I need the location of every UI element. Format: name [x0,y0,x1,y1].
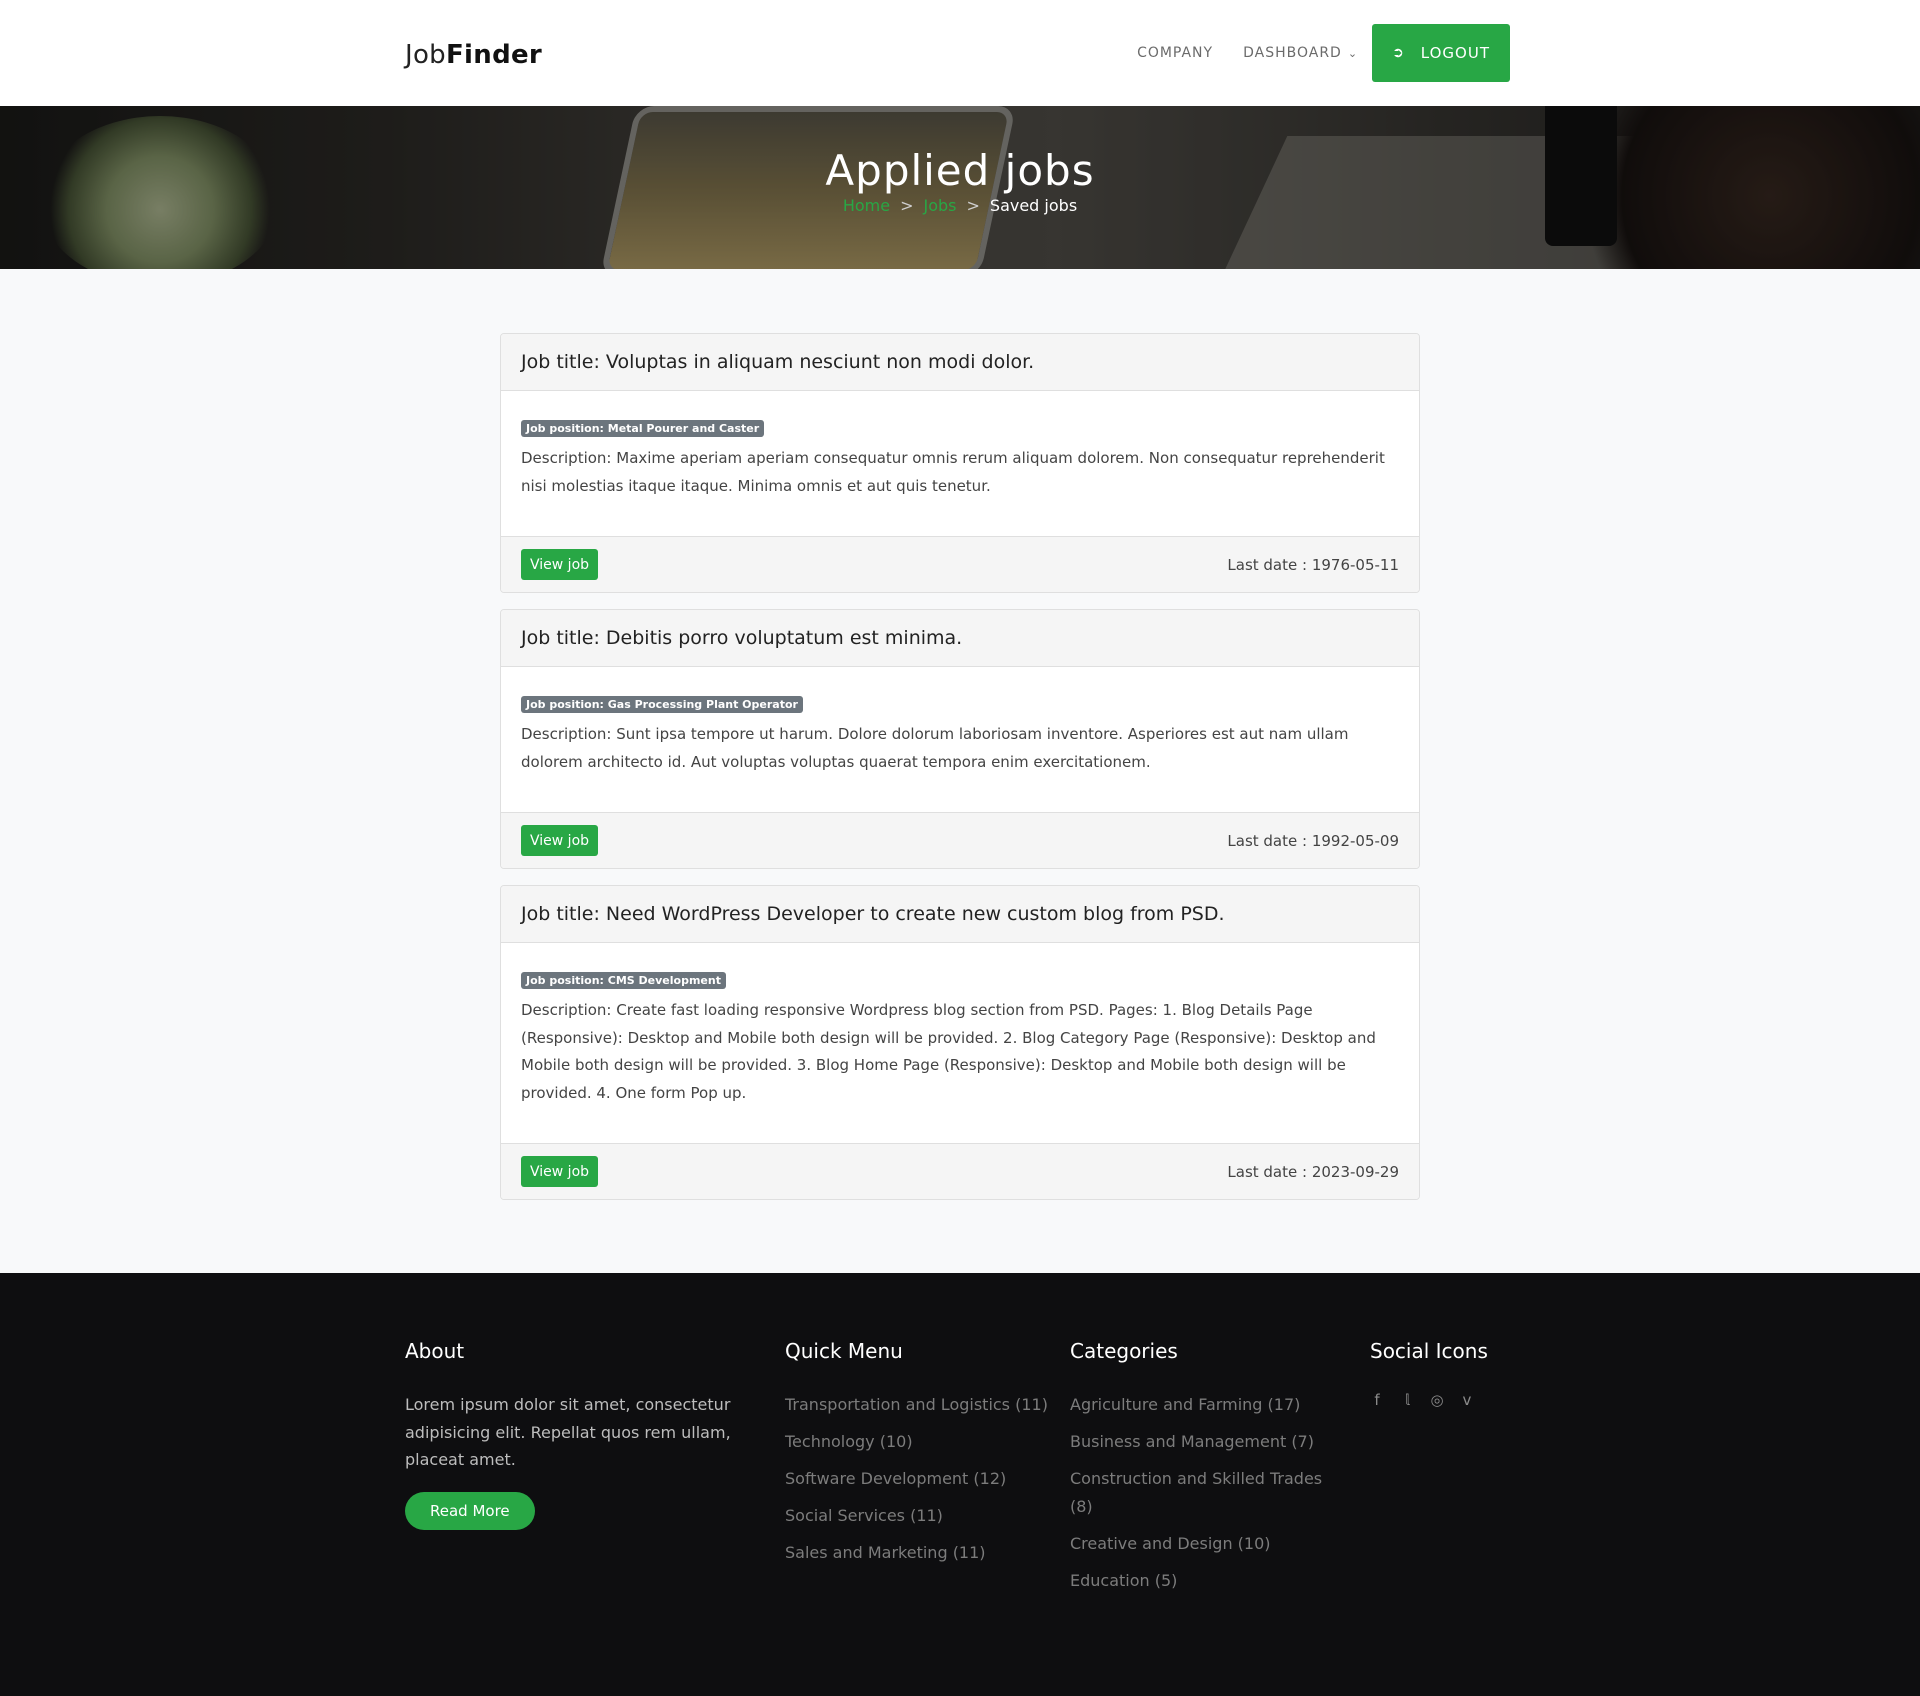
footer-quick-menu-heading: Quick Menu [785,1339,903,1363]
job-card: Job title: Need WordPress Developer to c… [500,885,1420,1200]
category-link[interactable]: Business and Management (7) [1070,1428,1340,1456]
job-card-footer: View job Last date : 2023-09-29 [501,1143,1419,1199]
read-more-button[interactable]: Read More [405,1491,535,1530]
job-card-body: Job position: Metal Pourer and Caster De… [501,391,1419,536]
job-position-badge: Job position: Gas Processing Plant Opera… [521,696,803,713]
footer-social: Social Icons f 𝕝 ◎ v [1370,1339,1488,1409]
quick-menu-link[interactable]: Sales and Marketing (11) [785,1539,1048,1567]
job-card-body: Job position: Gas Processing Plant Opera… [501,667,1419,812]
footer-quick-menu: Quick Menu Transportation and Logistics … [785,1339,1048,1576]
facebook-icon[interactable]: f [1370,1391,1384,1409]
category-link[interactable]: Education (5) [1070,1567,1340,1595]
logout-icon: ➲ [1392,45,1405,61]
instagram-icon[interactable]: ◎ [1430,1391,1444,1409]
page-title: Applied jobs [825,146,1095,195]
top-navbar: JobFinder COMPANY DASHBOARD ⌄ ➲ LOGOUT [0,0,1920,106]
job-last-date: Last date : 1992-05-09 [1227,831,1399,850]
nav-company-link[interactable]: COMPANY [1137,45,1213,61]
footer-about-heading: About [405,1339,465,1363]
nav-dashboard-dropdown[interactable]: DASHBOARD ⌄ [1243,45,1358,61]
social-icons: f 𝕝 ◎ v [1370,1391,1488,1409]
view-job-button[interactable]: View job [521,1156,599,1187]
job-position-badge: Job position: CMS Development [521,972,726,989]
job-description: Description: Maxime aperiam aperiam cons… [521,449,1385,495]
breadcrumb-separator: > [900,196,914,215]
footer-about-text: Lorem ipsum dolor sit amet, consectetur … [405,1395,731,1469]
breadcrumb-jobs[interactable]: Jobs [924,196,957,215]
job-description: Description: Create fast loading respons… [521,1001,1376,1102]
page-hero: Applied jobs Home > Jobs > Saved jobs [0,106,1920,269]
job-title: Job title: Need WordPress Developer to c… [501,886,1419,943]
applied-jobs-list: Job title: Voluptas in aliquam nesciunt … [500,333,1420,1216]
brand-logo-bold: Finder [445,40,543,70]
footer-categories: Categories Agriculture and Farming (17) … [1070,1339,1340,1604]
brand-logo-light: Job [405,40,446,70]
nav-dashboard-label: DASHBOARD [1243,45,1342,61]
breadcrumb-home[interactable]: Home [843,196,890,215]
job-title: Job title: Debitis porro voluptatum est … [501,610,1419,667]
job-card: Job title: Debitis porro voluptatum est … [500,609,1420,869]
vimeo-icon[interactable]: v [1460,1391,1474,1409]
job-card: Job title: Voluptas in aliquam nesciunt … [500,333,1420,593]
job-card-body: Job position: CMS Development Descriptio… [501,943,1419,1143]
job-title: Job title: Voluptas in aliquam nesciunt … [501,334,1419,391]
breadcrumb-current: Saved jobs [989,196,1078,215]
quick-menu-link[interactable]: Technology (10) [785,1428,1048,1456]
footer-categories-heading: Categories [1070,1339,1178,1363]
view-job-button[interactable]: View job [521,549,599,580]
job-card-footer: View job Last date : 1976-05-11 [501,536,1419,592]
logout-label: LOGOUT [1420,44,1490,62]
chevron-down-icon: ⌄ [1347,47,1359,60]
main-nav: COMPANY DASHBOARD ⌄ ➲ LOGOUT [1137,0,1510,106]
category-link[interactable]: Agriculture and Farming (17) [1070,1391,1340,1419]
quick-menu-link[interactable]: Transportation and Logistics (11) [785,1391,1048,1419]
view-job-button[interactable]: View job [521,825,599,856]
job-card-footer: View job Last date : 1992-05-09 [501,812,1419,868]
quick-menu-link[interactable]: Software Development (12) [785,1465,1048,1493]
footer-about: About Lorem ipsum dolor sit amet, consec… [405,1339,745,1530]
twitter-icon[interactable]: 𝕝 [1400,1391,1414,1409]
logout-button[interactable]: ➲ LOGOUT [1372,24,1510,82]
breadcrumb-separator: > [966,196,980,215]
footer-social-heading: Social Icons [1370,1339,1488,1363]
job-last-date: Last date : 1976-05-11 [1227,555,1399,574]
quick-menu-link[interactable]: Social Services (11) [785,1502,1048,1530]
category-link[interactable]: Construction and Skilled Trades (8) [1070,1465,1340,1520]
job-last-date: Last date : 2023-09-29 [1227,1162,1399,1181]
brand-logo[interactable]: JobFinder [405,40,542,70]
category-link[interactable]: Creative and Design (10) [1070,1530,1340,1558]
breadcrumb: Home > Jobs > Saved jobs [0,196,1920,215]
job-description: Description: Sunt ipsa tempore ut harum.… [521,725,1349,771]
site-footer: About Lorem ipsum dolor sit amet, consec… [0,1273,1920,1696]
job-position-badge: Job position: Metal Pourer and Caster [521,420,765,437]
